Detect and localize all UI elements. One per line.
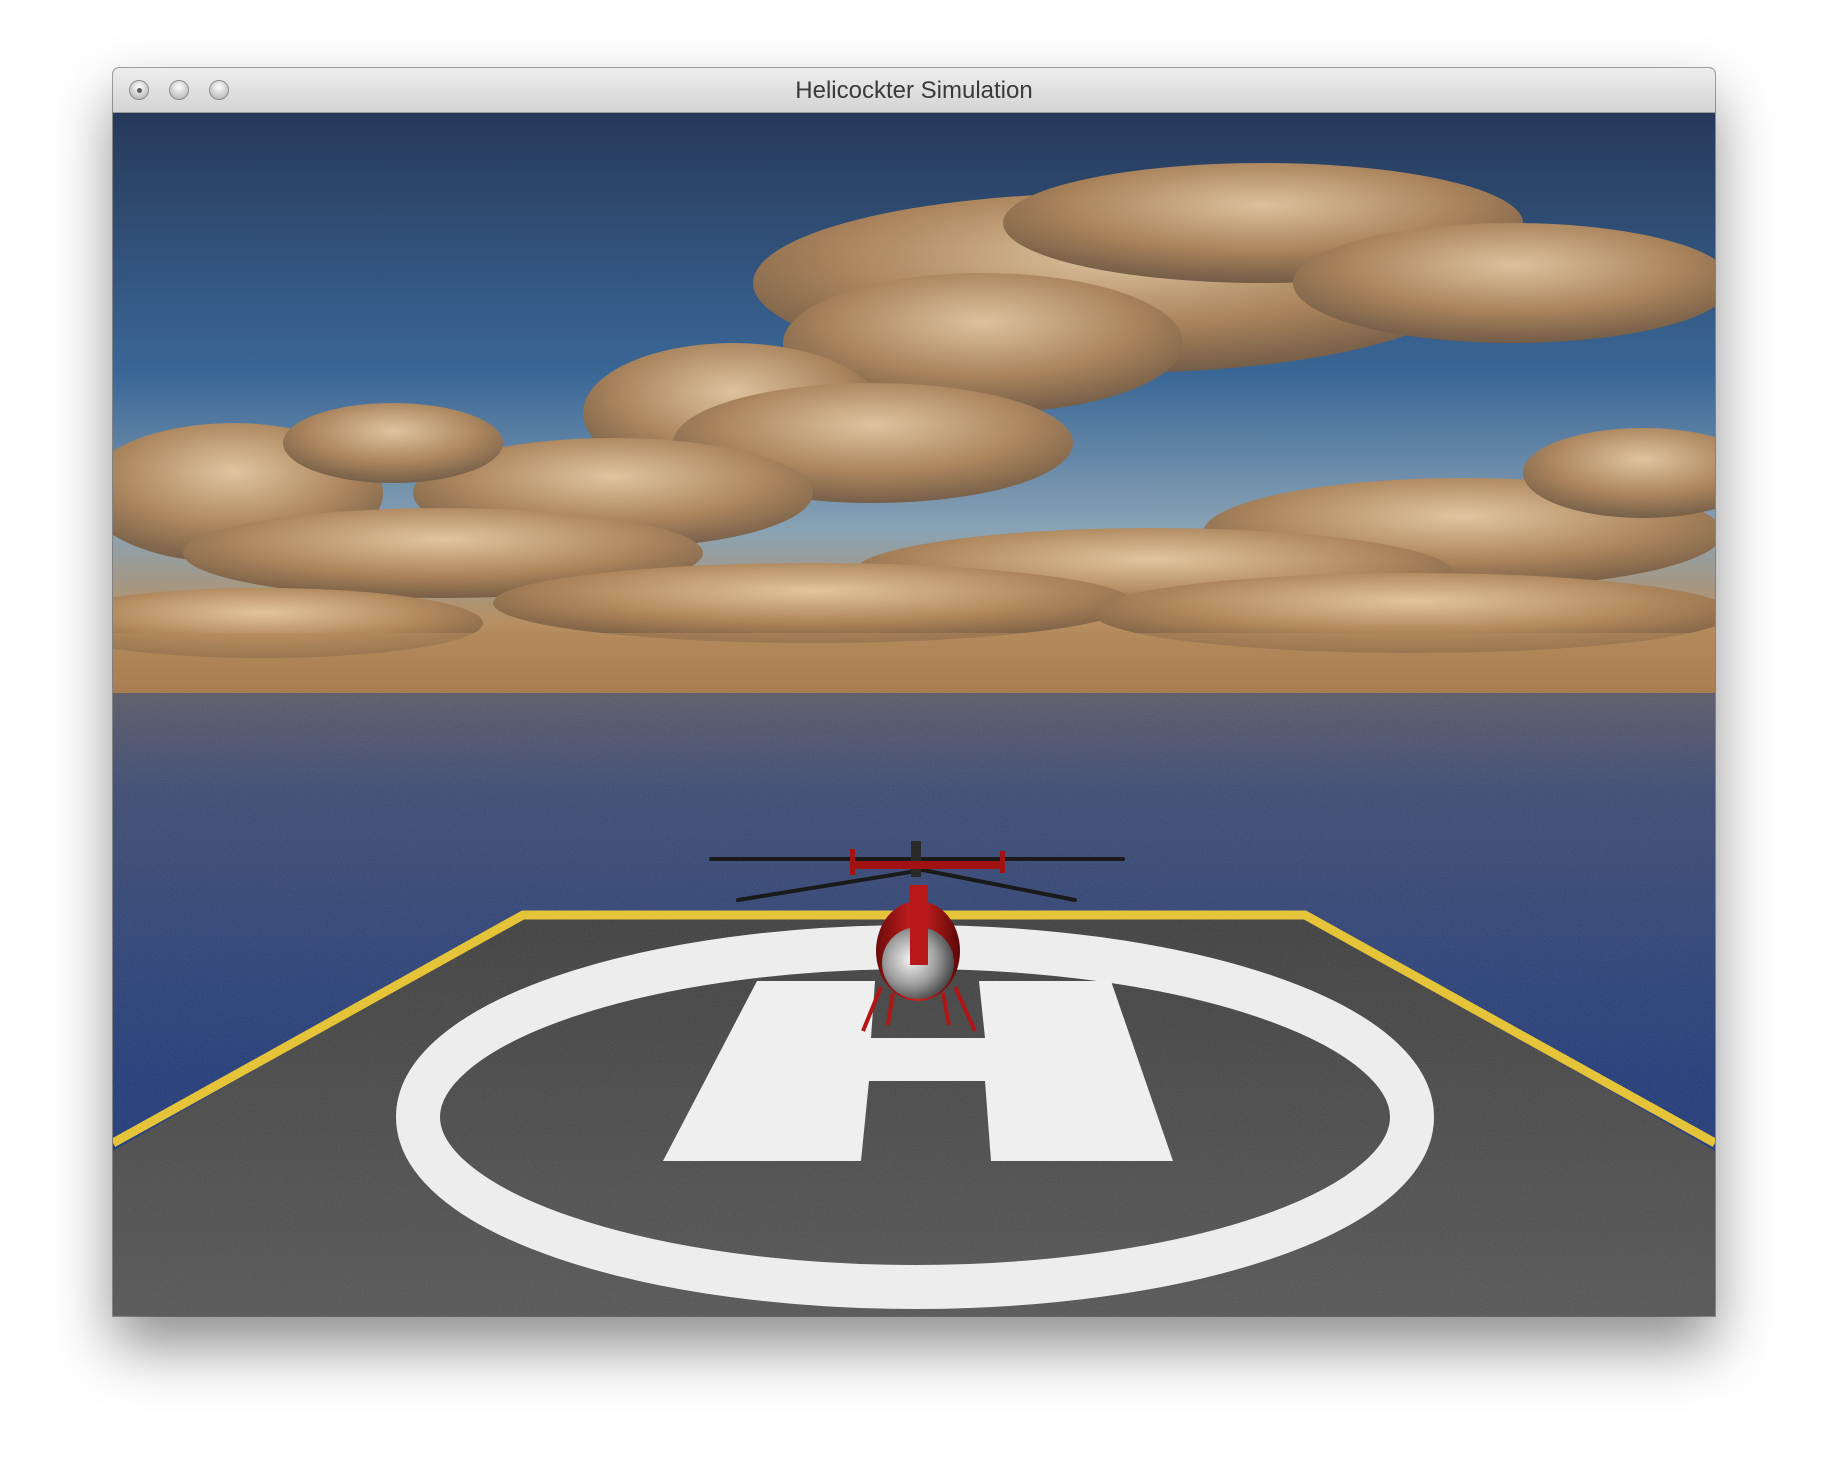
- title-bar[interactable]: Helicockter Simulation: [113, 68, 1715, 113]
- horizon-haze: [113, 633, 1715, 703]
- simulation-viewport[interactable]: [113, 113, 1715, 1316]
- app-window: Helicockter Simulation: [113, 68, 1715, 1316]
- window-title: Helicockter Simulation: [795, 77, 1033, 104]
